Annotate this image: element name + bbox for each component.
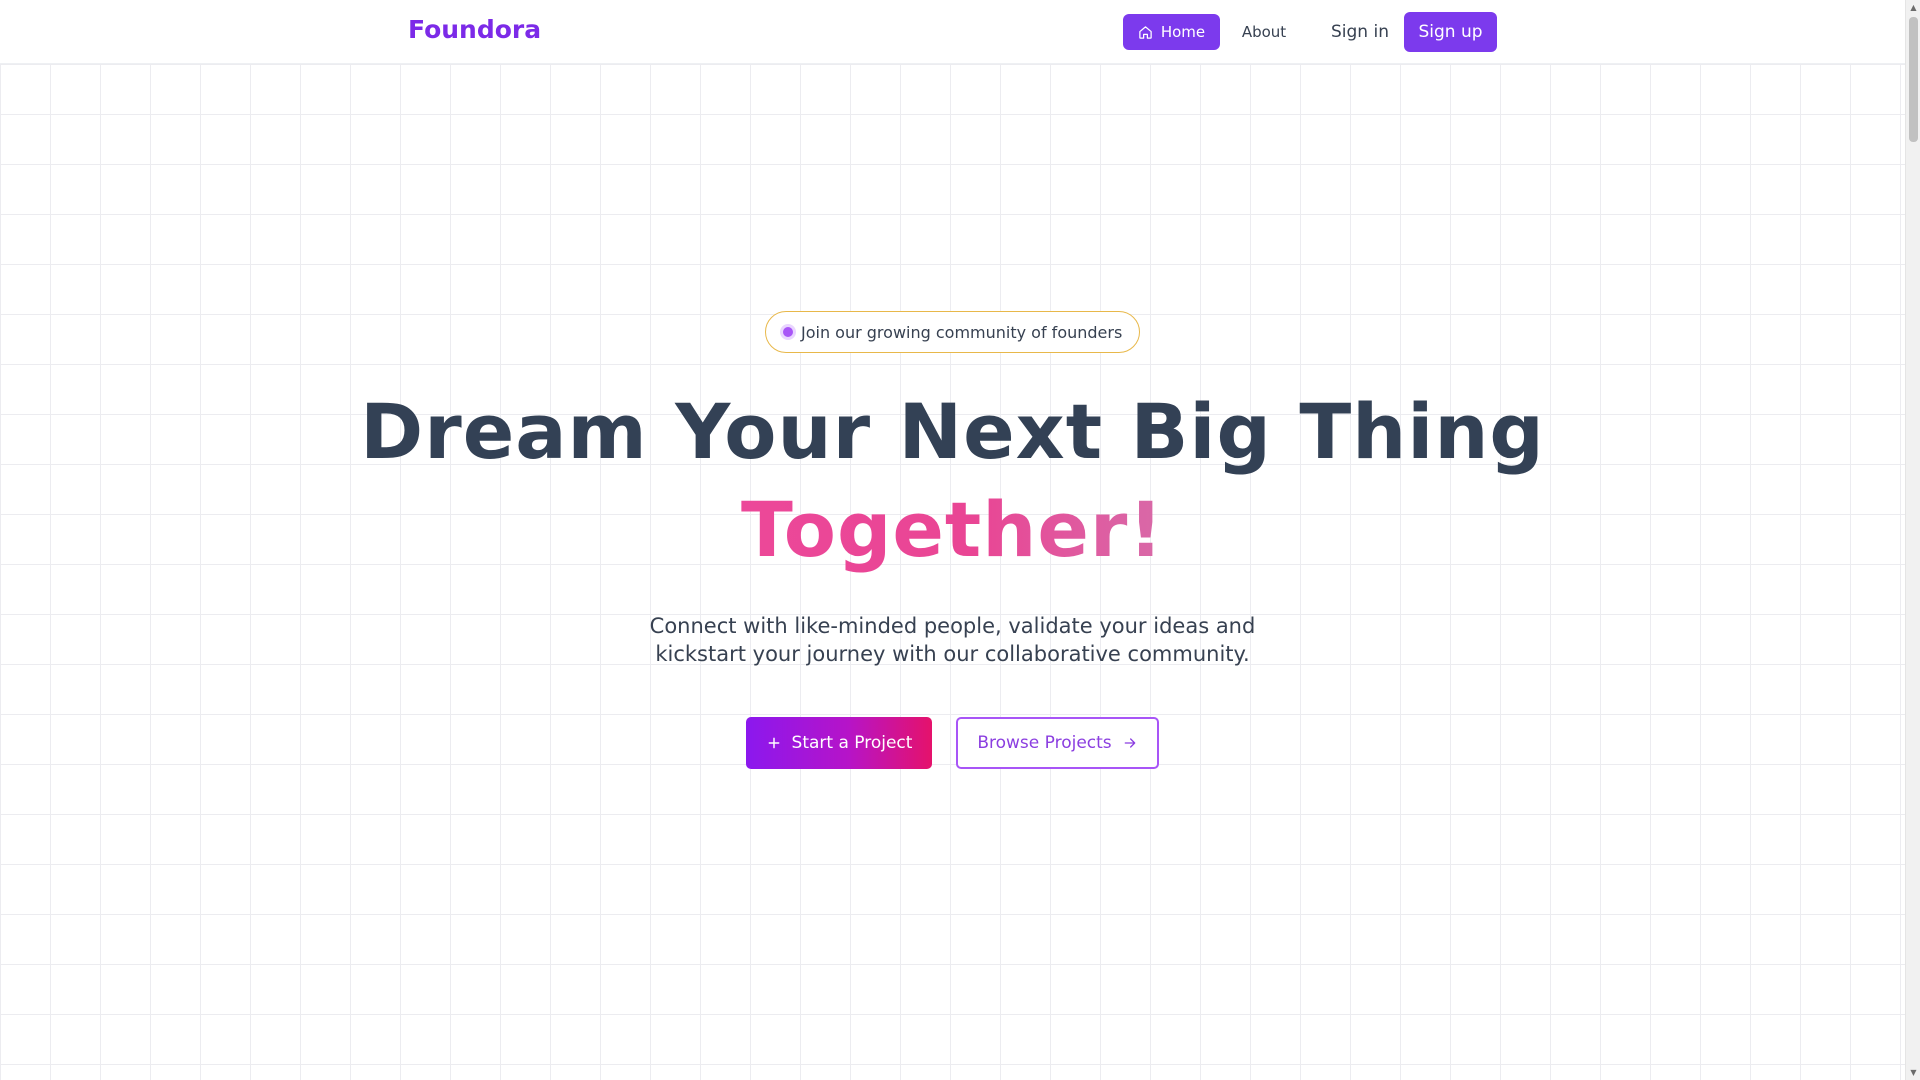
hero-title: Dream Your Next Big Thing <box>360 387 1545 476</box>
nav-about-link[interactable]: About <box>1230 14 1298 50</box>
scrollbar-thumb[interactable] <box>1909 17 1918 142</box>
sign-up-button[interactable]: Sign up <box>1404 12 1497 52</box>
nav-home-label: Home <box>1160 23 1206 41</box>
browse-projects-button[interactable]: Browse Projects <box>956 717 1159 769</box>
plus-icon <box>768 737 779 749</box>
home-icon <box>1139 25 1152 39</box>
nav-home-link[interactable]: Home <box>1123 14 1220 50</box>
scroll-down-arrow-icon[interactable]: ▼ <box>1906 1065 1920 1080</box>
vertical-scrollbar[interactable]: ▲ ▼ <box>1905 0 1920 1080</box>
sign-in-button[interactable]: Sign in <box>1324 14 1396 50</box>
start-project-label: Start a Project <box>791 733 913 753</box>
top-navbar: Foundora Home About Sign in Sign up <box>0 0 1905 64</box>
arrow-right-icon <box>1124 738 1135 748</box>
hero-subtitle: Connect with like-minded people, validat… <box>649 614 1256 666</box>
scroll-up-arrow-icon[interactable]: ▲ <box>1906 0 1920 15</box>
browse-projects-label: Browse Projects <box>977 733 1112 753</box>
brand-logo[interactable]: Foundora <box>408 15 541 44</box>
community-badge: Join our growing community of founders <box>765 311 1140 353</box>
hero-accent-text: Together! <box>740 485 1165 574</box>
community-badge-text: Join our growing community of founders <box>801 322 1123 342</box>
start-project-button[interactable]: Start a Project <box>746 717 932 769</box>
hero-accent-wrapper: Together! <box>0 482 1905 578</box>
nav-about-label: About <box>1241 23 1287 41</box>
page-viewport: Foundora Home About Sign in Sign up Join… <box>0 0 1905 1080</box>
status-dot-icon <box>780 324 796 340</box>
